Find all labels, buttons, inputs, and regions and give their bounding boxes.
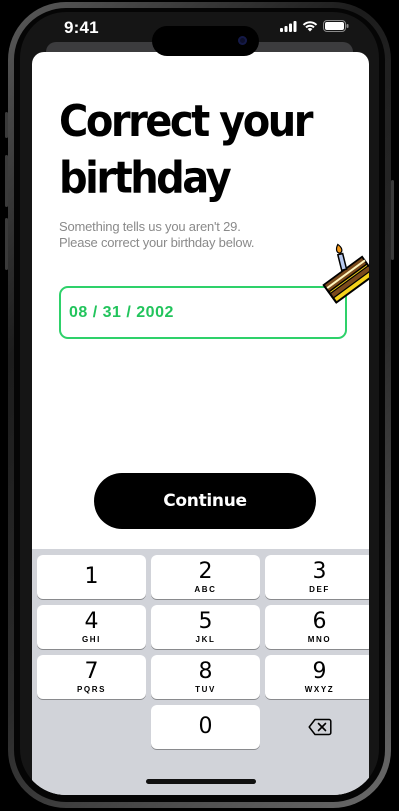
wifi-icon (302, 21, 318, 32)
numeric-keypad: 1 2 ABC 3 DEF 4 GHI 5 JKL 6 MNO 7 PQRS 8… (32, 549, 369, 795)
key-digit: 2 (198, 559, 213, 584)
key-4[interactable]: 4 GHI (37, 605, 146, 649)
continue-label: Continue (163, 491, 247, 511)
birthday-sheet: Correct your birthday Something tells us… (32, 52, 369, 795)
home-indicator (146, 779, 256, 784)
birthday-input[interactable]: 08 / 31 / 2002 (59, 286, 347, 339)
key-8[interactable]: 8 TUV (151, 655, 260, 699)
key-digit: 5 (198, 609, 213, 634)
key-digit: 6 (312, 609, 327, 634)
key-0[interactable]: 0 (151, 705, 260, 749)
backspace-icon (307, 718, 332, 736)
key-1[interactable]: 1 (37, 555, 146, 599)
key-6[interactable]: 6 MNO (265, 605, 369, 649)
birthday-cake-icon (322, 243, 369, 304)
dynamic-island (152, 26, 259, 56)
key-digit: 7 (84, 659, 99, 684)
key-digit: 3 (312, 559, 327, 584)
key-letters: GHI (81, 635, 102, 644)
key-letters: PQRS (76, 685, 107, 694)
key-digit: 8 (198, 659, 213, 684)
key-letters: JKL (195, 635, 216, 644)
volume-up-button (5, 155, 8, 207)
key-5[interactable]: 5 JKL (151, 605, 260, 649)
key-3[interactable]: 3 DEF (265, 555, 369, 599)
power-button (391, 180, 394, 260)
page-subtitle: Something tells us you aren't 29. Please… (59, 219, 339, 251)
key-9[interactable]: 9 WXYZ (265, 655, 369, 699)
volume-down-button (5, 218, 8, 270)
key-digit: 0 (198, 714, 213, 739)
key-digit: 4 (84, 609, 99, 634)
action-button (5, 112, 8, 138)
battery-icon (323, 20, 349, 32)
key-letters: MNO (307, 635, 332, 644)
key-digit: 9 (312, 659, 327, 684)
page-title-line2: birthday (59, 153, 232, 204)
key-letters: DEF (309, 585, 330, 594)
key-letters: WXYZ (304, 685, 335, 694)
key-2[interactable]: 2 ABC (151, 555, 260, 599)
camera-icon (238, 36, 247, 45)
birthday-value: 08 / 31 / 2002 (69, 303, 174, 321)
key-letters: ABC (194, 585, 217, 594)
delete-key[interactable] (265, 705, 369, 749)
key-digit: 1 (84, 564, 99, 589)
page-title: Correct your birthday (59, 94, 359, 206)
phone-screen: 9:41 Correct your birthday Something tel… (20, 12, 379, 795)
page-title-line1: Correct your (59, 97, 313, 147)
status-icons (280, 20, 349, 32)
continue-button[interactable]: Continue (94, 473, 316, 529)
cellular-signal-icon (280, 20, 297, 32)
key-7[interactable]: 7 PQRS (37, 655, 146, 699)
subtitle-line1: Something tells us you aren't 29. (59, 219, 241, 234)
key-letters: TUV (195, 685, 216, 694)
subtitle-line2: Please correct your birthday below. (59, 235, 255, 250)
status-time: 9:41 (64, 18, 99, 37)
